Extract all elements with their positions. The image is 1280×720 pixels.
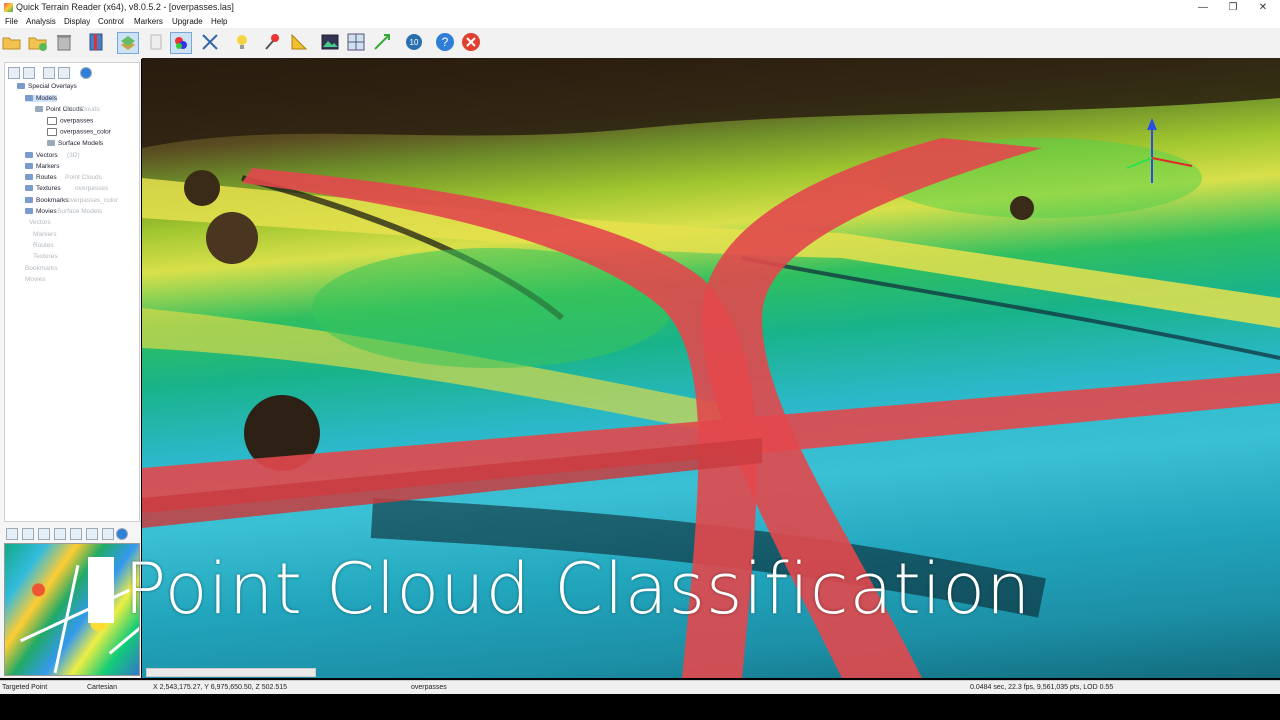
image-icon[interactable] [320,32,340,52]
svg-text:10: 10 [410,38,419,47]
minimap-toolbar [4,528,138,540]
tree-bookmarks[interactable]: Bookmarks [25,197,69,204]
sync-icon[interactable] [102,528,114,540]
lightbulb-icon[interactable] [232,32,252,52]
status-coords: X 2,543,175.27, Y 6,975,650.50, Z 502.51… [153,684,288,691]
tree-overpasses-color[interactable]: overpasses_color [47,128,111,136]
ghost-label: overpasses_color [67,197,118,204]
menu-analysis[interactable]: Analysis [26,17,56,26]
grid-icon[interactable] [346,32,366,52]
minimap[interactable] [4,543,140,676]
zoom-extent-icon[interactable] [6,528,18,540]
ghost-label: (3D) [67,152,80,159]
checkbox-icon[interactable] [47,117,57,125]
svg-text:?: ? [442,35,449,49]
tree-markers[interactable]: Markers [25,163,59,170]
angle-icon[interactable] [289,32,309,52]
title-bar: Quick Terrain Reader (x64), v8.0.5.2 - [… [0,0,1280,15]
ghost-label: Surface Models [57,208,103,215]
tree-models[interactable]: Models [25,95,57,102]
add-folder-icon[interactable] [28,32,48,52]
checkbox-icon[interactable] [47,128,57,136]
layers-icon[interactable] [117,32,139,54]
color-palette-icon[interactable] [170,32,192,54]
ghost-label: Routes [33,242,54,249]
measure-icon[interactable] [200,32,220,52]
window-title: Quick Terrain Reader (x64), v8.0.5.2 - [… [16,2,234,12]
maximize-button[interactable]: ❐ [1218,0,1248,15]
close-window-button[interactable]: ✕ [1248,0,1278,15]
ghost-label: Point Clouds [63,106,100,113]
status-file: overpasses [411,684,447,691]
tree-overpasses[interactable]: overpasses [47,117,93,125]
tree-help-icon[interactable] [80,67,92,79]
tree-routes[interactable]: Routes [25,174,57,181]
close-icon[interactable] [461,32,481,52]
minimize-button[interactable]: — [1188,0,1218,15]
menu-upgrade[interactable]: Upgrade [172,17,203,26]
status-performance: 0.0484 sec, 22.3 fps, 9,561,035 pts, LOD… [970,684,1114,691]
export-icon[interactable] [86,528,98,540]
expand-all-icon[interactable] [8,67,20,79]
pin-icon[interactable] [263,32,283,52]
folder-icon [17,83,25,90]
status-bar: Targeted Point Cartesian X 2,543,175.27,… [0,680,1280,694]
caption-cursor [88,557,114,623]
left-panel: Special Overlays Models Point Clouds ove… [0,58,141,678]
folder-icon [25,174,33,181]
minimap-help-icon[interactable] [116,528,128,540]
properties-icon[interactable] [43,67,55,79]
tree-surface-models[interactable]: Surface Models [47,140,103,147]
zoom-in-icon[interactable] [38,528,50,540]
status-mode: Targeted Point [2,684,48,691]
pan-icon[interactable] [22,528,34,540]
folder-icon [35,106,43,113]
tree-special-overlays[interactable]: Special Overlays [17,83,77,90]
help-icon[interactable]: ? [435,32,455,52]
trash-icon[interactable] [54,32,74,52]
menu-help[interactable]: Help [211,17,227,26]
folder-icon [25,163,33,170]
menu-control[interactable]: Control [98,17,124,26]
layer-tree[interactable]: Special Overlays Models Point Clouds ove… [4,62,140,522]
tree-movies[interactable]: Movies [25,208,57,215]
ghost-label: Textures [33,253,58,260]
menu-markers[interactable]: Markers [134,17,163,26]
app-icon [4,3,13,12]
ghost-label: Movies [25,276,46,283]
filter-icon[interactable] [58,67,70,79]
menu-bar: File Analysis Display Control Markers Up… [0,15,1280,28]
folder-icon [25,197,33,204]
status-coord-system: Cartesian [87,684,117,691]
ghost-label: Bookmarks [25,265,58,272]
collapse-all-icon[interactable] [23,67,35,79]
folder-icon [25,208,33,215]
page-icon[interactable] [146,32,166,52]
tree-vectors[interactable]: Vectors [25,152,58,159]
folder-icon [47,140,55,147]
ghost-label: Vectors [29,219,51,226]
viewport-scrollbar[interactable] [146,668,316,677]
ghost-label: Point Clouds [65,174,102,181]
color-icon[interactable] [54,528,66,540]
recent-icon[interactable]: 10 [404,32,424,52]
select-icon[interactable] [70,528,82,540]
open-folder-icon[interactable] [2,32,22,52]
menu-file[interactable]: File [5,17,18,26]
ghost-label: overpasses [75,185,109,192]
folder-icon [25,95,33,102]
folder-icon [25,185,33,192]
video-caption: Point Cloud Classification [124,548,1032,630]
bookmark-icon[interactable] [86,32,106,52]
transform-icon[interactable] [372,32,392,52]
main-toolbar: 10 ? [0,28,1280,59]
ghost-label: Markers [33,231,57,238]
menu-display[interactable]: Display [64,17,90,26]
folder-icon [25,152,33,159]
tree-textures[interactable]: Textures [25,185,61,192]
